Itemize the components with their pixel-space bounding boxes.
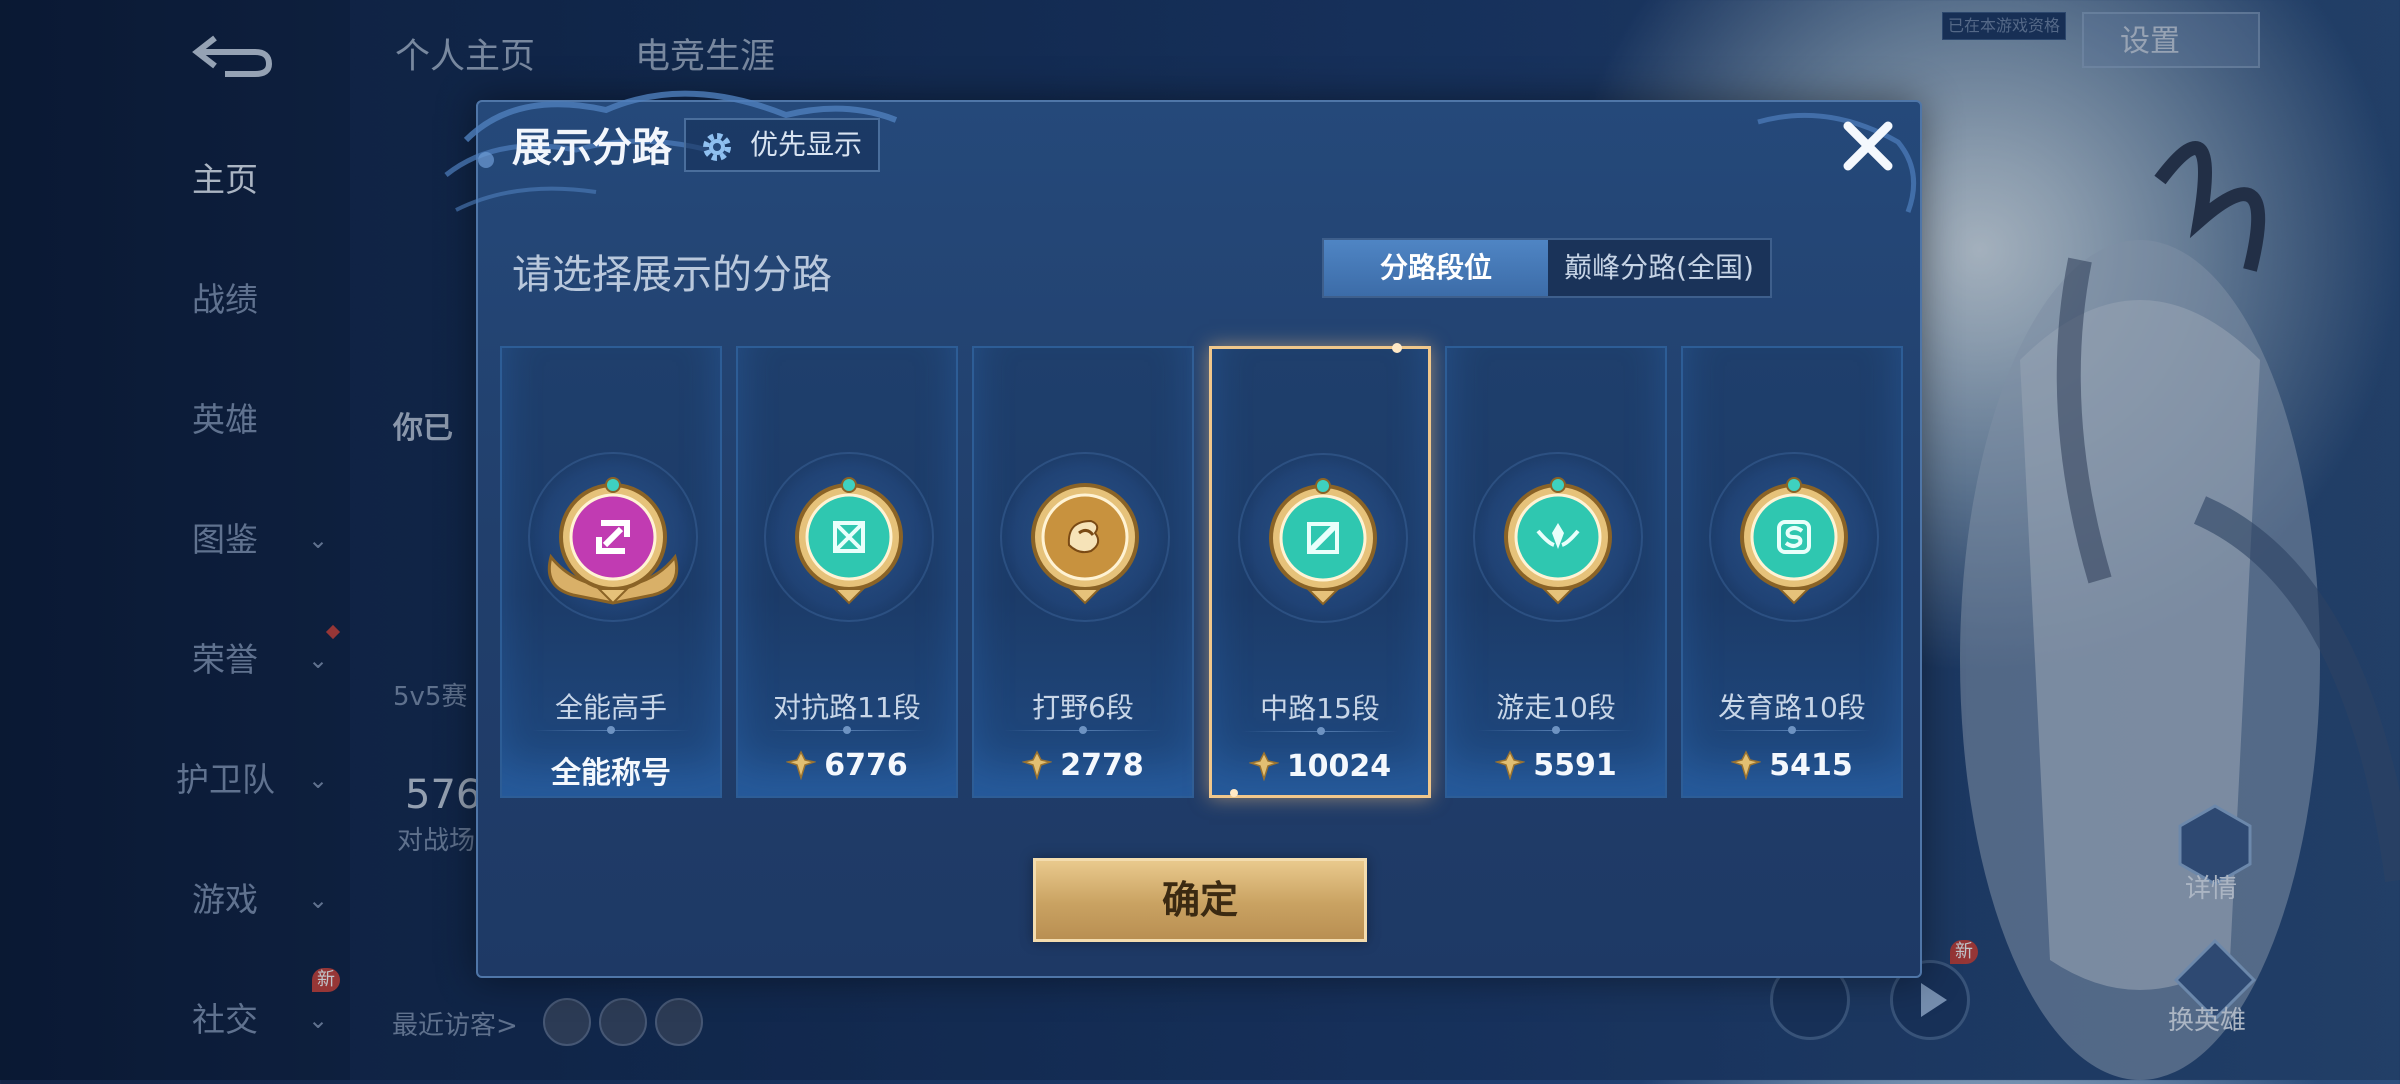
divider-dot <box>1552 726 1560 734</box>
battle-points-icon <box>1022 750 1053 780</box>
divider-dot <box>607 726 615 734</box>
roam-emblem-icon <box>1504 477 1612 605</box>
divider-dot <box>1079 726 1087 734</box>
divider-dot <box>1317 727 1325 735</box>
lane-display-dialog: 展示分路 优先显示 请选择展示的分路 分路段位 巅峰分路(全国) 全能高手全能称… <box>444 90 1922 978</box>
lane-card[interactable]: 发育路10段 5415 <box>1681 346 1903 798</box>
lane-score: 5415 <box>1683 748 1901 783</box>
tab-lane-rank[interactable]: 分路段位 <box>1324 240 1548 296</box>
tab-peak-lane-national[interactable]: 巅峰分路(全国) <box>1548 240 1770 296</box>
lane-card[interactable]: 打野6段 2778 <box>972 346 1194 798</box>
farm-lane-emblem-icon <box>1740 477 1848 605</box>
score-value: 2778 <box>1060 748 1144 783</box>
selected-corner-dot <box>1392 343 1402 353</box>
jungle-emblem-icon <box>1031 483 1139 605</box>
lane-rank-label: 中路15段 <box>1260 692 1380 725</box>
selected-corner-dot <box>1230 789 1238 797</box>
lane-score: 6776 <box>738 748 956 783</box>
divider-dot <box>843 726 851 734</box>
score-value: 10024 <box>1286 749 1392 784</box>
clash-lane-emblem-icon <box>795 477 903 605</box>
all-round-emblem-icon <box>547 477 679 605</box>
lane-rank-label: 全能高手 <box>554 691 667 724</box>
lane-rank-label: 打野6段 <box>1032 691 1134 724</box>
confirm-button[interactable]: 确定 <box>1033 858 1367 942</box>
lane-card[interactable]: 游走10段 5591 <box>1445 346 1667 798</box>
lane-score: 2778 <box>974 748 1192 783</box>
battle-points-icon <box>1248 751 1279 781</box>
mid-lane-emblem-icon <box>1269 478 1377 606</box>
lane-score: 全能称号 <box>502 748 720 792</box>
lane-rank-label: 发育路10段 <box>1718 691 1866 724</box>
score-value: 5591 <box>1533 748 1617 783</box>
battle-points-icon <box>1731 750 1762 780</box>
lane-score: 5591 <box>1447 748 1665 783</box>
priority-display-label: 优先显示 <box>750 128 863 161</box>
lane-rank-label: 游走10段 <box>1496 691 1616 724</box>
dialog-title: 展示分路 <box>512 125 672 171</box>
score-value: 6776 <box>824 748 908 783</box>
dialog-subtitle: 请选择展示的分路 <box>512 252 832 298</box>
lane-card[interactable]: 对抗路11段 6776 <box>736 346 958 798</box>
lane-rank-label: 对抗路11段 <box>773 691 921 724</box>
gear-icon <box>703 133 731 161</box>
close-icon[interactable] <box>1836 114 1900 178</box>
ranking-type-toggle: 分路段位 巅峰分路(全国) <box>1322 238 1772 298</box>
battle-points-icon <box>786 750 817 780</box>
lane-score: 10024 <box>1212 749 1428 784</box>
lane-card[interactable]: 全能高手 全能称号 <box>500 346 722 798</box>
lane-card[interactable]: 中路15段 10024 <box>1209 343 1431 798</box>
divider-dot <box>1788 726 1796 734</box>
battle-points-icon <box>1495 750 1526 780</box>
score-value: 5415 <box>1769 748 1853 783</box>
priority-display-button[interactable]: 优先显示 <box>684 118 880 172</box>
score-value: 全能称号 <box>551 756 671 791</box>
